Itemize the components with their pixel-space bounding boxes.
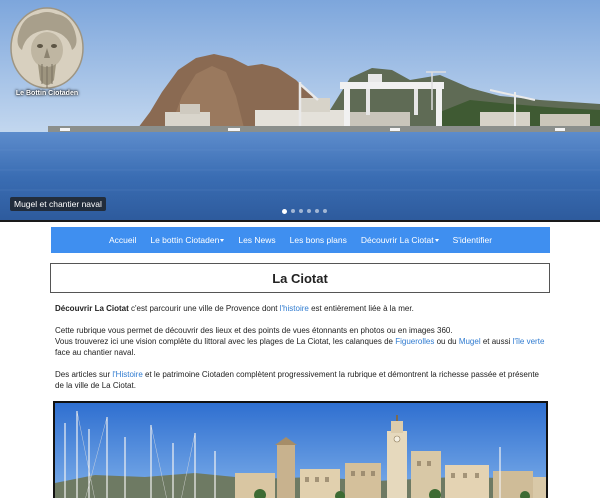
nav-item-bons-plans[interactable]: Les bons plans: [283, 235, 354, 245]
text-segment: face au chantier naval.: [55, 348, 136, 357]
article-body: Découvrir La Ciotat c'est parcourir une …: [55, 303, 545, 402]
slide-dot-2[interactable]: [291, 209, 295, 213]
slide-dot-3[interactable]: [299, 209, 303, 213]
nav-item-label: Le bottin Ciotaden: [150, 235, 220, 245]
link-ile-verte[interactable]: l'île verte: [513, 337, 545, 346]
text-segment: Vous trouverez ici une vision complète d…: [55, 337, 396, 346]
nav-item-label: Découvrir La Ciotat: [360, 235, 434, 245]
link-figuerolles[interactable]: Figuerolles: [395, 337, 434, 346]
hero-slider[interactable]: Le Bottin Ciotaden Mugel et chantier nav…: [0, 0, 600, 222]
text-segment: c'est parcourir une ville de Provence do…: [128, 304, 280, 313]
nav-item-news[interactable]: Les News: [231, 235, 282, 245]
nav-item-bottin[interactable]: Le bottin Ciotaden: [143, 235, 231, 245]
port-image: [55, 403, 546, 498]
caret-down-icon: [220, 239, 225, 242]
nav-item-label: Accueil: [108, 235, 137, 245]
bottin-ciotaden-logo[interactable]: [8, 6, 86, 94]
slide-dot-4[interactable]: [307, 209, 311, 213]
slide-caption: Mugel et chantier naval: [10, 197, 106, 211]
nav-item-label: Les bons plans: [289, 235, 347, 245]
caret-down-icon: [434, 239, 439, 242]
logo-caption: Le Bottin Ciotaden: [15, 90, 79, 97]
nav-item-accueil[interactable]: Accueil: [102, 235, 143, 245]
link-mugel[interactable]: Mugel: [459, 337, 481, 346]
text-segment: Des articles sur: [55, 370, 113, 379]
slide-dot-5[interactable]: [315, 209, 319, 213]
port-photo: [53, 401, 548, 498]
nav-item-label: S'identifier: [452, 235, 493, 245]
nav-item-label: Les News: [238, 235, 276, 245]
link-histoire-articles[interactable]: l'Histoire: [112, 370, 142, 379]
text-segment: ou du: [434, 337, 459, 346]
slide-dot-1[interactable]: [282, 208, 287, 214]
slider-indicators: [282, 208, 327, 214]
articles-paragraph: Des articles sur l'Histoire et le patrim…: [55, 369, 545, 391]
intro-bold: Découvrir La Ciotat: [55, 304, 129, 313]
main-navbar: Accueil Le bottin Ciotaden Les News Les …: [51, 227, 550, 253]
nav-item-login[interactable]: S'identifier: [446, 235, 499, 245]
intro-paragraph: Découvrir La Ciotat c'est parcourir une …: [55, 303, 545, 314]
nav-item-decouvrir[interactable]: Découvrir La Ciotat: [354, 235, 446, 245]
link-histoire[interactable]: l'histoire: [280, 304, 309, 313]
slide-dot-6[interactable]: [323, 209, 327, 213]
page-title-box: La Ciotat: [50, 263, 550, 293]
text-segment: et aussi: [480, 337, 513, 346]
discover-paragraph: Cette rubrique vous permet de découvrir …: [55, 325, 545, 358]
text-segment: Cette rubrique vous permet de découvrir …: [55, 326, 453, 335]
hero-image: [0, 0, 600, 220]
page-title: La Ciotat: [272, 270, 328, 286]
text-segment: est entièrement liée à la mer.: [308, 304, 414, 313]
